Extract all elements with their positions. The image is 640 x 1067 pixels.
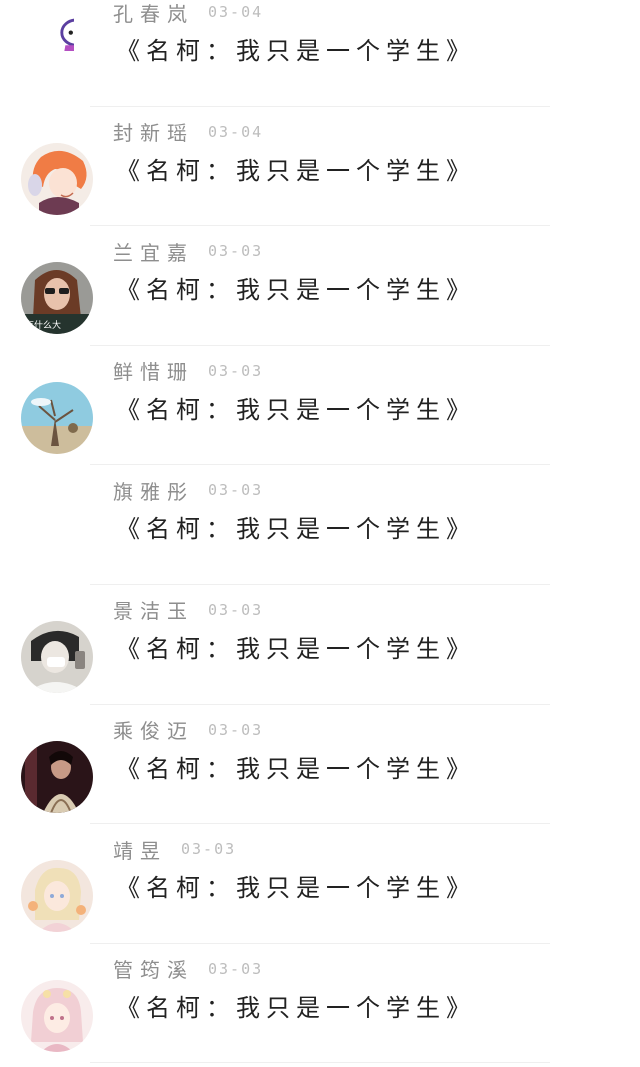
divider	[90, 1062, 550, 1064]
comment-text: 《名柯：我只是一个学生》	[116, 395, 476, 424]
comment-meta: 孔春岚 03-04	[113, 0, 263, 29]
comment-meta: 旗雅彤 03-03	[113, 473, 263, 507]
comment-item[interactable]: 景洁玉 03-03 《名柯：我只是一个学生》	[0, 585, 640, 705]
tree-landscape-avatar[interactable]	[21, 381, 93, 454]
username[interactable]: 孔春岚	[113, 0, 194, 27]
username[interactable]: 兰宜嘉	[113, 237, 194, 266]
comment-item[interactable]: 管筠溪 03-03 《名柯：我只是一个学生》	[0, 944, 640, 1064]
comment-item[interactable]: 封新瑶 03-04 《名柯：我只是一个学生》	[0, 107, 640, 227]
comment-meta: 管筠溪 03-03	[113, 952, 263, 986]
comment-meta: 兰宜嘉 03-03	[113, 234, 263, 268]
comment-meta: 景洁玉 03-03	[113, 593, 263, 627]
comment-meta: 靖昱 03-03	[113, 832, 236, 866]
person-mask-avatar[interactable]	[21, 620, 93, 693]
dark-portrait-avatar[interactable]	[21, 740, 93, 813]
anime-blonde-girl-avatar[interactable]	[21, 860, 93, 933]
anime-orange-hair-avatar[interactable]	[21, 142, 93, 215]
username[interactable]: 旗雅彤	[113, 476, 194, 505]
anime-pink-girl-avatar[interactable]	[21, 979, 93, 1052]
comment-text: 《名柯：我只是一个学生》	[116, 37, 476, 65]
comment-meta: 封新瑶 03-04	[113, 115, 263, 149]
comment-text: 《名柯：我只是一个学生》	[116, 993, 476, 1022]
comment-date: 03-03	[208, 361, 264, 380]
comment-text: 《名柯：我只是一个学生》	[116, 156, 476, 185]
comment-date: 03-03	[208, 959, 264, 978]
username[interactable]: 管筠溪	[113, 954, 194, 983]
comment-text: 《名柯：我只是一个学生》	[116, 754, 476, 783]
comment-text: 《名柯：我只是一个学生》	[116, 874, 476, 903]
comment-date: 03-03	[208, 720, 264, 739]
svg-text:有什么大: 有什么大	[25, 319, 61, 331]
username[interactable]: 景洁玉	[113, 595, 194, 624]
comment-meta: 鲜惜珊 03-03	[113, 354, 263, 388]
comment-list: 孔春岚 03-04 《名柯：我只是一个学生》 封新瑶 03-04 《名柯：我只是…	[0, 0, 640, 1064]
username[interactable]: 封新瑶	[113, 117, 194, 146]
comment-item[interactable]: 鲜惜珊 03-03 《名柯：我只是一个学生》	[0, 346, 640, 466]
comment-date: 03-03	[208, 242, 264, 261]
cartoon-character-avatar[interactable]	[42, 11, 74, 51]
comment-item[interactable]: 有什么大 兰宜嘉 03-03 《名柯：我只是一个学生》	[0, 226, 640, 346]
comment-date: 03-04	[208, 122, 264, 141]
comment-date: 03-03	[208, 481, 264, 500]
comment-item[interactable]: 孔春岚 03-04 《名柯：我只是一个学生》	[0, 0, 640, 107]
username[interactable]: 鲜惜珊	[113, 356, 194, 385]
username[interactable]: 靖昱	[113, 835, 167, 864]
comment-text: 《名柯：我只是一个学生》	[116, 276, 476, 305]
woman-sunglasses-avatar[interactable]: 有什么大	[21, 262, 93, 335]
comment-item[interactable]: 旗雅彤 03-03 《名柯：我只是一个学生》	[0, 465, 640, 585]
comment-text: 《名柯：我只是一个学生》	[116, 634, 476, 663]
comment-text: 《名柯：我只是一个学生》	[116, 515, 476, 544]
comment-date: 03-03	[181, 840, 237, 859]
comment-date: 03-03	[208, 600, 264, 619]
comment-meta: 乘俊迈 03-03	[113, 713, 263, 747]
comment-date: 03-04	[208, 3, 264, 21]
username[interactable]: 乘俊迈	[113, 715, 194, 744]
comment-item[interactable]: 乘俊迈 03-03 《名柯：我只是一个学生》	[0, 705, 640, 825]
comment-item[interactable]: 靖昱 03-03 《名柯：我只是一个学生》	[0, 824, 640, 944]
